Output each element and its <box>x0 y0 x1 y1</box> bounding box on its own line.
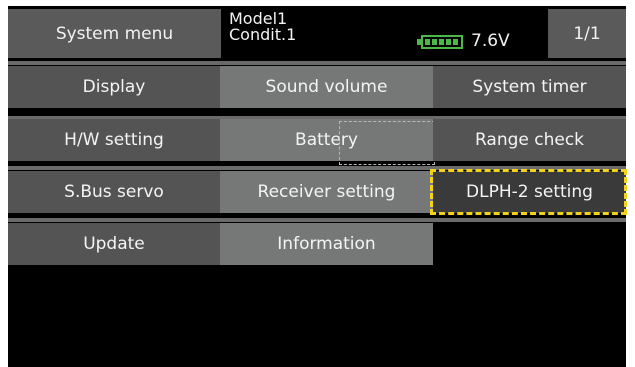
system-menu-title[interactable]: System menu <box>8 9 221 58</box>
sbus-servo-button[interactable]: S.Bus servo <box>8 171 220 213</box>
row-divider <box>8 218 626 222</box>
row-divider <box>8 61 626 65</box>
battery-button-label: Battery <box>295 130 358 150</box>
receiver-setting-button-label: Receiver setting <box>257 182 396 202</box>
range-check-button-label: Range check <box>474 130 585 150</box>
dlph2-setting-button[interactable]: DLPH-2 setting <box>433 171 626 213</box>
information-button[interactable]: Information <box>220 223 433 265</box>
model-info: Model1 Condit.1 <box>221 9 399 58</box>
system-timer-button-label: System timer <box>472 77 587 97</box>
battery-icon <box>417 35 463 49</box>
page-indicator-label: 1/1 <box>573 23 601 44</box>
hw-setting-button[interactable]: H/W setting <box>8 119 220 161</box>
information-button-label: Information <box>277 234 376 254</box>
display-button[interactable]: Display <box>8 66 220 108</box>
dlph2-setting-button-label: DLPH-2 setting <box>466 182 593 202</box>
hw-setting-button-label: H/W setting <box>64 130 164 150</box>
sound-volume-button[interactable]: Sound volume <box>220 66 433 108</box>
sound-volume-button-label: Sound volume <box>265 77 388 97</box>
transmitter-screen: System menu Model1 Condit.1 7.6V 1/1 Dis… <box>8 6 627 367</box>
range-check-button[interactable]: Range check <box>433 119 626 161</box>
system-timer-button[interactable]: System timer <box>433 66 626 108</box>
update-button[interactable]: Update <box>8 223 220 265</box>
battery-button[interactable]: Battery <box>220 119 433 161</box>
display-button-label: Display <box>82 77 146 97</box>
receiver-setting-button[interactable]: Receiver setting <box>220 171 433 213</box>
page-indicator[interactable]: 1/1 <box>548 9 626 58</box>
sbus-servo-button-label: S.Bus servo <box>64 182 164 202</box>
update-button-label: Update <box>83 234 145 254</box>
condition-name: Condit.1 <box>229 25 297 44</box>
battery-status: 7.6V <box>399 9 548 58</box>
battery-voltage: 7.6V <box>471 31 510 51</box>
row-divider <box>8 166 626 170</box>
system-menu-title-label: System menu <box>55 23 174 44</box>
